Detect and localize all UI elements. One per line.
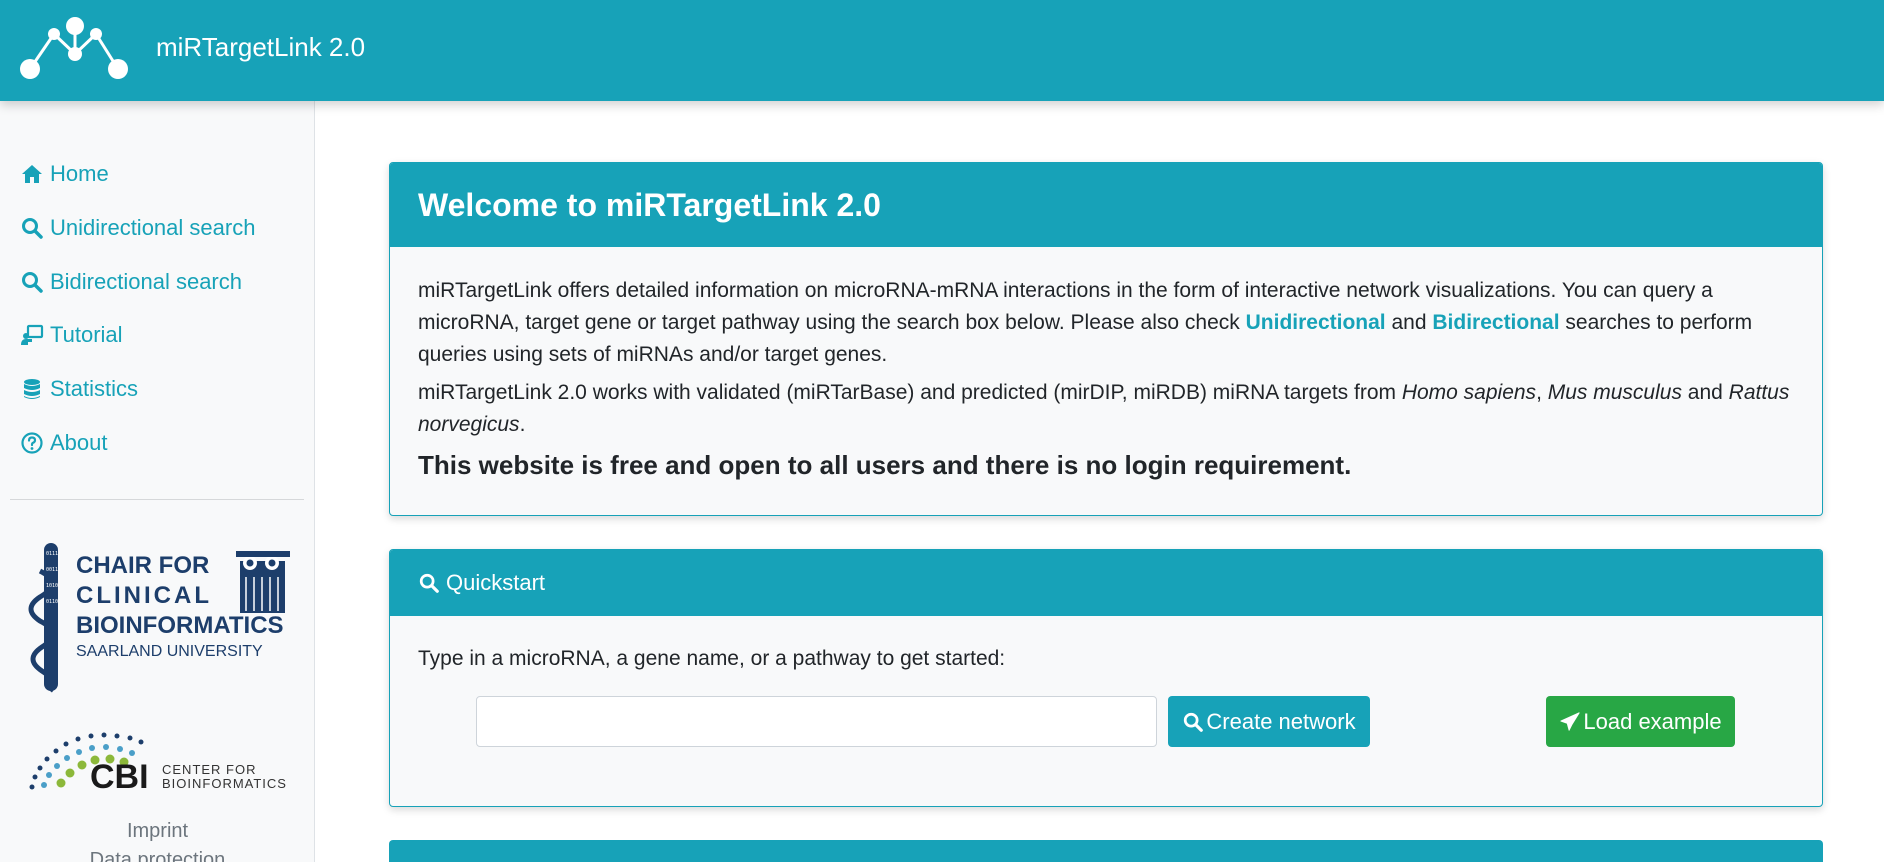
home-icon [22,165,42,183]
svg-text:0110: 0110 [46,599,58,605]
chair-logo-line1: CHAIR FOR [76,552,209,579]
sidebar-item-tutorial[interactable]: Tutorial [20,322,123,348]
species-homo-sapiens: Homo sapiens [1401,381,1537,404]
unidirectional-link[interactable]: Unidirectional [1246,311,1386,334]
welcome-body: miRTargetLink offers detailed informatio… [390,247,1822,481]
sidebar-item-unidirectional-search[interactable]: Unidirectional search [20,215,255,241]
sidebar-item-label: Tutorial [50,322,123,347]
top-navbar: miRTargetLink 2.0 [0,0,1884,101]
sidebar-item-label: Statistics [50,376,139,401]
quickstart-search-input[interactable] [476,696,1157,747]
sidebar-divider [10,499,304,500]
free-access-notice: This website is free and open to all use… [418,450,1352,480]
next-card-header [389,840,1823,862]
quickstart-header: Quickstart [390,550,1822,616]
network-logo-icon[interactable] [20,16,130,86]
sidebar-item-statistics[interactable]: Statistics [20,376,138,402]
chair-logo-line2: CLINICAL [76,582,212,609]
app-brand[interactable]: miRTargetLink 2.0 [156,32,365,63]
search-icon [1184,712,1204,732]
chair-logo-line3: BIOINFORMATICS [76,612,284,639]
welcome-text: and [1681,381,1729,404]
paper-plane-icon [1560,711,1581,731]
sidebar-item-about[interactable]: About [20,430,108,456]
welcome-paragraph-2: miRTargetLink 2.0 works with validated (… [418,377,1794,441]
quickstart-card: Quickstart Type in a microRNA, a gene na… [389,549,1823,807]
species-mus-musculus: Mus musculus [1547,381,1682,404]
question-circle-icon [21,432,43,454]
sidebar-item-label: Home [50,161,109,186]
bidirectional-link[interactable]: Bidirectional [1432,311,1559,334]
sidebar: Home Unidirectional search Bidirectional… [0,101,315,862]
svg-text:1010: 1010 [46,583,58,589]
sidebar-item-label: About [50,430,108,455]
svg-text:0011: 0011 [46,567,58,573]
imprint-link[interactable]: Imprint [0,820,315,843]
welcome-paragraph-1: miRTargetLink offers detailed informatio… [418,275,1794,371]
quickstart-prompt: Type in a microRNA, a gene name, or a pa… [418,647,1006,670]
chair-clinical-bioinformatics-logo[interactable]: 0111 0011 1010 0110 CHAIR FOR CLINICAL BIOI… [28,541,290,696]
create-network-button[interactable]: Create network [1168,696,1370,747]
sidebar-item-bidirectional-search[interactable]: Bidirectional search [20,269,242,295]
quickstart-title: Quickstart [446,570,546,595]
search-icon [419,573,439,593]
svg-text:0111: 0111 [46,551,58,557]
load-example-button[interactable]: Load example [1546,696,1735,747]
welcome-title: Welcome to miRTargetLink 2.0 [390,163,1822,247]
cbi-logo-abbr: CBI [90,758,149,791]
cbi-logo-line2: BIOINFORMATICS [162,776,287,791]
owl-emblem-icon [236,551,290,613]
welcome-text: . [519,413,526,436]
sidebar-item-home[interactable]: Home [20,161,109,187]
welcome-text: and [1385,311,1433,334]
welcome-card: Welcome to miRTargetLink 2.0 miRTargetLi… [389,162,1823,516]
search-icon [22,272,43,293]
welcome-text: , [1536,381,1548,404]
chair-logo-line4: SAARLAND UNIVERSITY [76,643,263,660]
welcome-text: miRTargetLink 2.0 works with validated (… [418,381,1402,404]
load-example-label: Load example [1583,708,1722,734]
database-icon [24,379,40,399]
sidebar-item-label: Bidirectional search [50,269,242,294]
search-icon [22,218,43,239]
cbi-logo[interactable]: CBI CENTER FOR BIOINFORMATICS [28,729,290,791]
create-network-label: Create network [1206,708,1356,734]
data-protection-link[interactable]: Data protection [0,849,315,862]
cbi-logo-line1: CENTER FOR [162,762,257,777]
sidebar-item-label: Unidirectional search [50,215,256,240]
tutorial-icon [21,324,44,345]
